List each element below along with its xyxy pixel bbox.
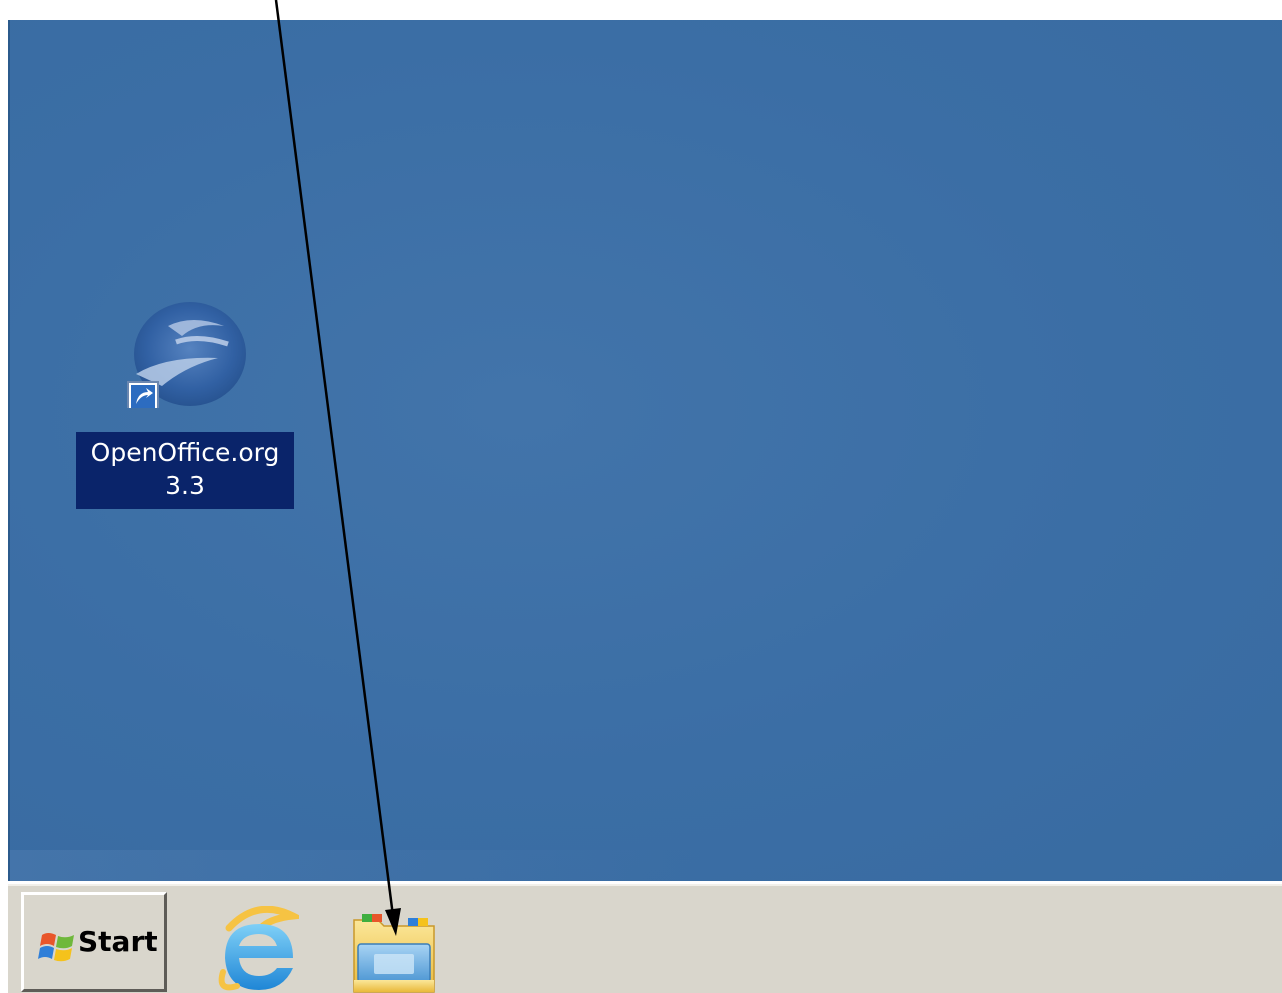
desktop-icon-label: OpenOffice.org 3.3 — [76, 432, 294, 509]
windows-flag-icon — [38, 933, 74, 962]
internet-explorer-icon — [218, 905, 306, 991]
desktop-icon-openoffice[interactable]: OpenOffice.org 3.3 — [76, 282, 294, 512]
quick-launch-windows-explorer[interactable] — [348, 906, 440, 993]
windows-explorer-icon — [353, 914, 435, 993]
start-button-label: Start — [78, 925, 158, 958]
screen: OpenOffice.org 3.3 Start — [0, 0, 1282, 993]
desktop[interactable]: OpenOffice.org 3.3 — [8, 20, 1282, 881]
taskbar-highlight — [8, 884, 1282, 886]
desktop-gradient — [10, 850, 710, 881]
quick-launch-internet-explorer[interactable] — [213, 905, 306, 992]
openoffice-icon — [127, 302, 246, 408]
start-button[interactable]: Start — [21, 892, 167, 992]
taskbar[interactable]: Start — [8, 881, 1282, 993]
